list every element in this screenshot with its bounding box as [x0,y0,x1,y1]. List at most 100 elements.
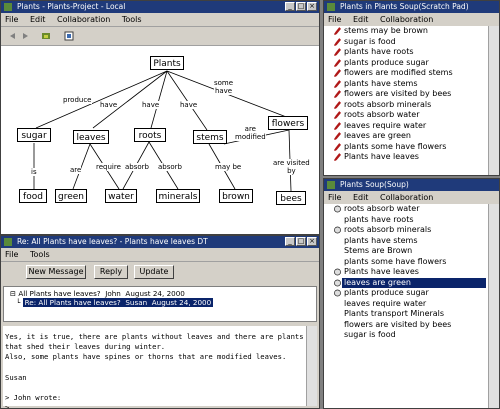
scratch-pad-item[interactable]: Plants have leaves [324,152,489,163]
message-title-bar[interactable]: Re: All Plants have leaves? - Plants hav… [1,236,319,248]
node-sugar[interactable]: sugar [17,128,51,142]
soup-item[interactable]: Plants transport Minerals [324,309,489,320]
scratch-pad-item[interactable]: leaves are green [324,131,489,142]
scratch-pad-item[interactable]: plants produce sugar [324,58,489,69]
link-are-visited-by[interactable]: are visited by [273,159,310,175]
maximize-button[interactable]: □ [296,237,306,246]
scratch-pad-item[interactable]: roots absorb minerals [324,100,489,111]
update-button[interactable]: Update [134,265,174,279]
layers-icon[interactable] [41,31,51,41]
thread-item-root[interactable]: ⊟ All Plants have leaves? John August 24… [10,289,185,298]
menu-collaboration[interactable]: Collaboration [57,15,110,24]
link-absorb-water[interactable]: absorb [125,163,149,171]
feather-icon [334,79,341,88]
message-body[interactable]: Yes, it is true, there are plants withou… [3,326,307,408]
main-title-bar[interactable]: Plants - Plants-Project - Local _ □ × [1,1,319,13]
soup-item[interactable]: flowers are visited by bees [324,320,489,331]
soup-item[interactable]: Stems are Brown [324,246,489,257]
scratch-pad-item[interactable]: plants have roots [324,47,489,58]
link-produce[interactable]: produce [63,96,92,104]
soup-item[interactable]: leaves require water [324,299,489,310]
link-have-leaves[interactable]: have [100,101,118,109]
scratch-pad-title-bar[interactable]: Plants in Plants Soup(Scratch Pad) [324,1,499,13]
link-have-roots[interactable]: have [142,101,160,109]
close-button[interactable]: × [307,2,317,11]
soup-item[interactable]: plants have stems [324,236,489,247]
feather-icon [334,142,341,151]
link-is[interactable]: is [31,168,37,176]
node-water[interactable]: water [105,189,137,203]
face-icon [334,226,341,234]
thread-tree: ⊟ All Plants have leaves? John August 24… [3,286,317,322]
menu-collaboration[interactable]: Collaboration [380,15,433,24]
node-leaves[interactable]: leaves [73,130,109,144]
soup-item[interactable]: plants produce sugar [324,288,489,299]
soup-scrollbar[interactable] [488,204,499,408]
node-stems[interactable]: stems [193,130,227,144]
scratch-pad-item[interactable]: leaves require water [324,121,489,132]
menu-collaboration[interactable]: Collaboration [380,193,433,202]
map-icon[interactable] [64,31,74,41]
node-flowers[interactable]: flowers [268,116,308,130]
message-scrollbar[interactable] [306,326,317,406]
link-have-stems[interactable]: have [180,101,198,109]
link-absorb-minerals[interactable]: absorb [158,163,182,171]
node-bees[interactable]: bees [276,191,306,205]
minimize-button[interactable]: _ [285,2,295,11]
node-brown[interactable]: brown [219,189,253,203]
menu-file[interactable]: File [328,193,341,202]
message-window-title: Re: All Plants have leaves? - Plants hav… [17,237,208,246]
new-message-button[interactable]: New Message [26,265,86,279]
link-some-have[interactable]: some have [214,79,234,95]
feather-icon [334,90,341,98]
soup-item[interactable]: plants have roots [324,215,489,226]
soup-title-bar[interactable]: Plants Soup(Soup) [324,179,499,191]
concept-map-canvas[interactable]: Plants sugar leaves roots stems flowers … [1,46,319,234]
scratch-pad-item[interactable]: plants some have flowers [324,142,489,153]
soup-item[interactable]: leaves are green [324,277,489,288]
reply-button[interactable]: Reply [94,265,128,279]
link-require[interactable]: require [96,163,121,171]
face-icon [334,279,341,286]
scratch-pad-item[interactable]: stems may be brown [324,26,489,37]
soup-item[interactable]: roots absorb minerals [324,225,489,236]
scratch-pad-scrollbar[interactable] [488,26,499,175]
minimize-button[interactable]: _ [285,237,295,246]
node-minerals[interactable]: minerals [156,189,200,203]
node-roots[interactable]: roots [134,128,166,142]
soup-item[interactable]: sugar is food [324,330,489,341]
menu-edit[interactable]: Edit [353,193,369,202]
soup-item[interactable]: plants some have flowers [324,257,489,268]
node-green[interactable]: green [55,189,87,203]
feather-icon [334,132,341,140]
soup-menubar: File Edit Collaboration [324,191,499,205]
node-plants[interactable]: Plants [150,56,184,70]
soup-item[interactable]: roots absorb water [324,204,489,215]
menu-file[interactable]: File [5,15,18,24]
link-are[interactable]: are [70,166,82,174]
scratch-pad-item[interactable]: roots absorb water [324,110,489,121]
face-icon [334,268,341,276]
menu-edit[interactable]: Edit [353,15,369,24]
scratch-pad-item[interactable]: plants have stems [324,79,489,90]
menu-file[interactable]: File [328,15,341,24]
menu-tools[interactable]: Tools [30,250,50,259]
scratch-pad-item[interactable]: flowers are visited by bees [324,89,489,100]
back-arrow-icon[interactable] [7,31,17,41]
app-icon [327,181,335,189]
forward-arrow-icon[interactable] [21,31,31,41]
maximize-button[interactable]: □ [296,2,306,11]
soup-list: roots absorb water plants have roots roots… [324,204,489,408]
menu-tools[interactable]: Tools [122,15,142,24]
menu-file[interactable]: File [5,250,18,259]
link-are-modified[interactable]: are modified [235,125,266,141]
close-button[interactable]: × [307,237,317,246]
soup-item[interactable]: Plants have leaves [324,267,489,278]
scratch-pad-item[interactable]: flowers are modified stems [324,68,489,79]
node-food[interactable]: food [19,189,47,203]
menu-edit[interactable]: Edit [30,15,46,24]
scratch-pad-item[interactable]: sugar is food [324,37,489,48]
link-may-be[interactable]: may be [215,163,242,171]
thread-item-reply[interactable]: └ Re: All Plants have leaves? Susan Augu… [16,298,214,307]
face-icon [334,205,341,213]
